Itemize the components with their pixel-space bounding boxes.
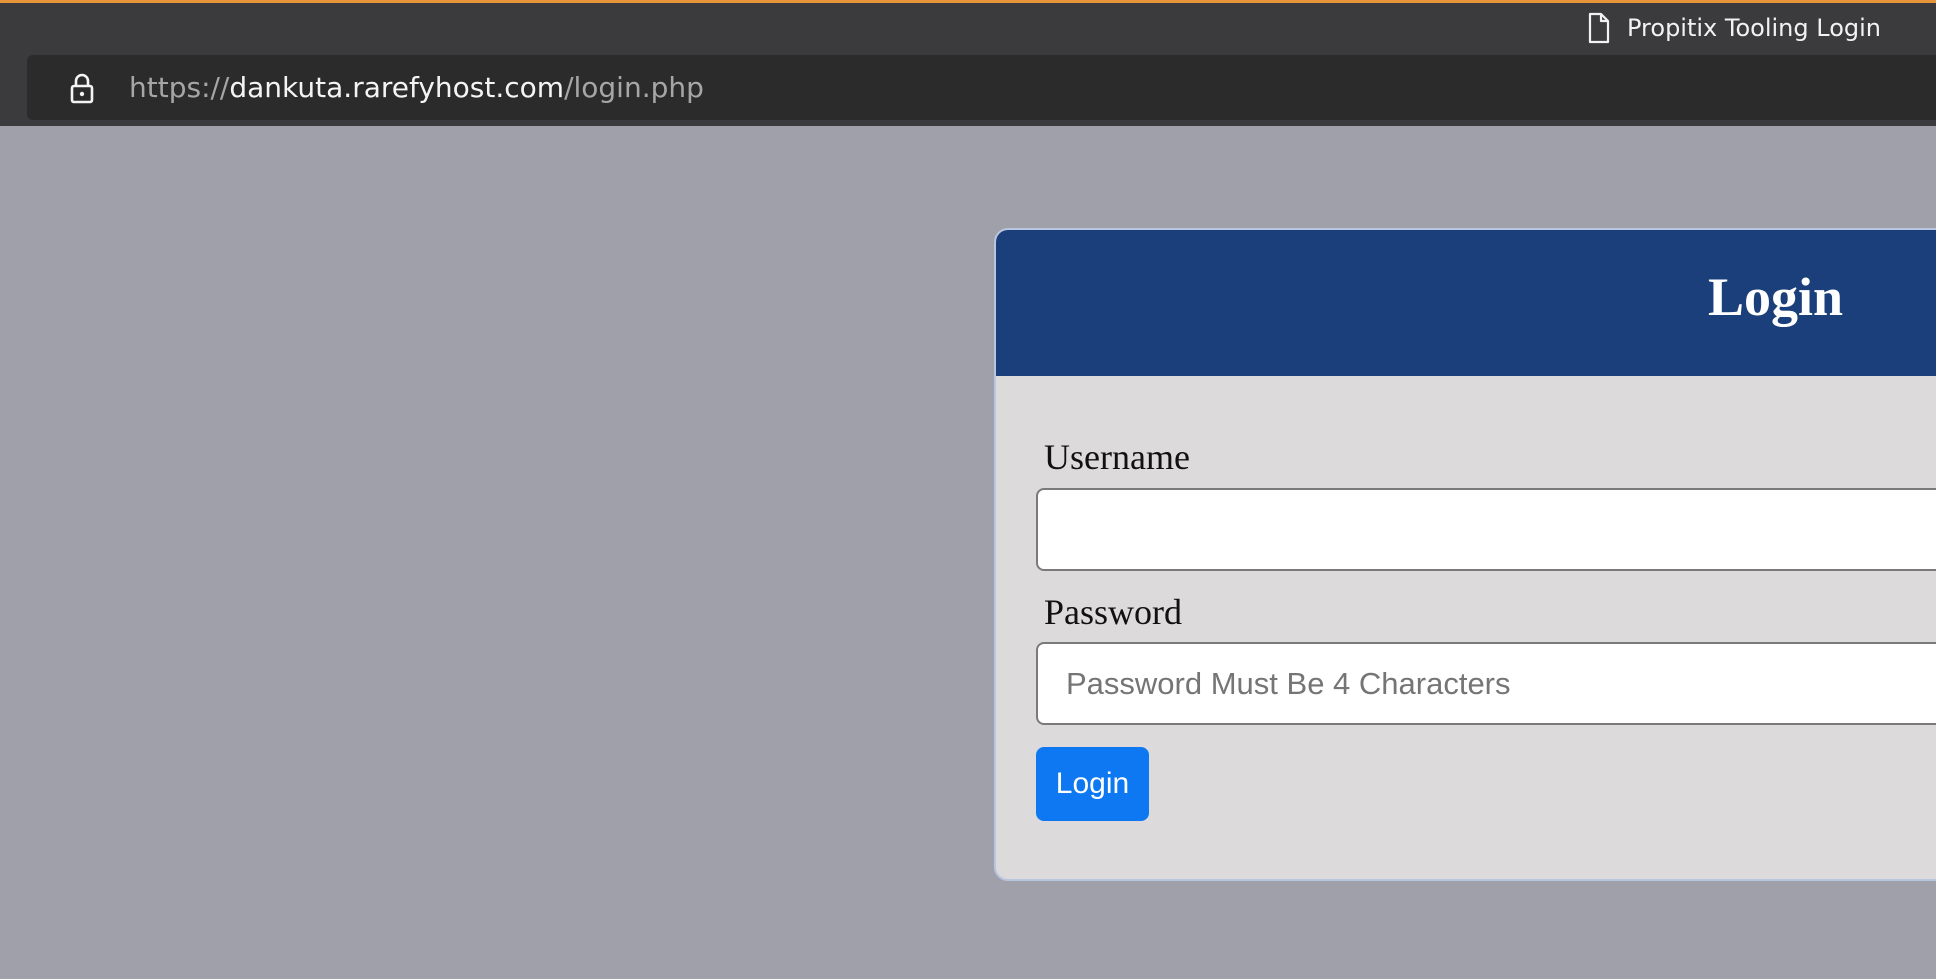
password-label: Password xyxy=(1044,592,1183,632)
browser-tab[interactable]: Propitix Tooling Login xyxy=(1587,7,1881,49)
address-bar[interactable]: https://dankuta.rarefyhost.com/login.php xyxy=(27,55,1936,120)
username-input[interactable] xyxy=(1036,488,1936,571)
username-label: Username xyxy=(1044,437,1190,477)
document-icon xyxy=(1587,12,1611,44)
login-card-header: Login xyxy=(996,230,1936,376)
url-text[interactable]: https://dankuta.rarefyhost.com/login.php xyxy=(129,71,704,104)
lock-icon[interactable] xyxy=(65,71,99,105)
password-input[interactable] xyxy=(1036,642,1936,725)
login-card: Login Username Password Login xyxy=(994,228,1936,881)
url-scheme: https:// xyxy=(129,71,230,104)
url-host: dankuta.rarefyhost.com xyxy=(229,71,565,104)
url-path: /login.php xyxy=(564,71,704,104)
tab-title: Propitix Tooling Login xyxy=(1627,14,1881,42)
login-title: Login xyxy=(1708,267,1844,327)
login-button[interactable]: Login xyxy=(1036,747,1149,821)
browser-chrome: Propitix Tooling Login https://dankuta.r… xyxy=(0,0,1936,126)
